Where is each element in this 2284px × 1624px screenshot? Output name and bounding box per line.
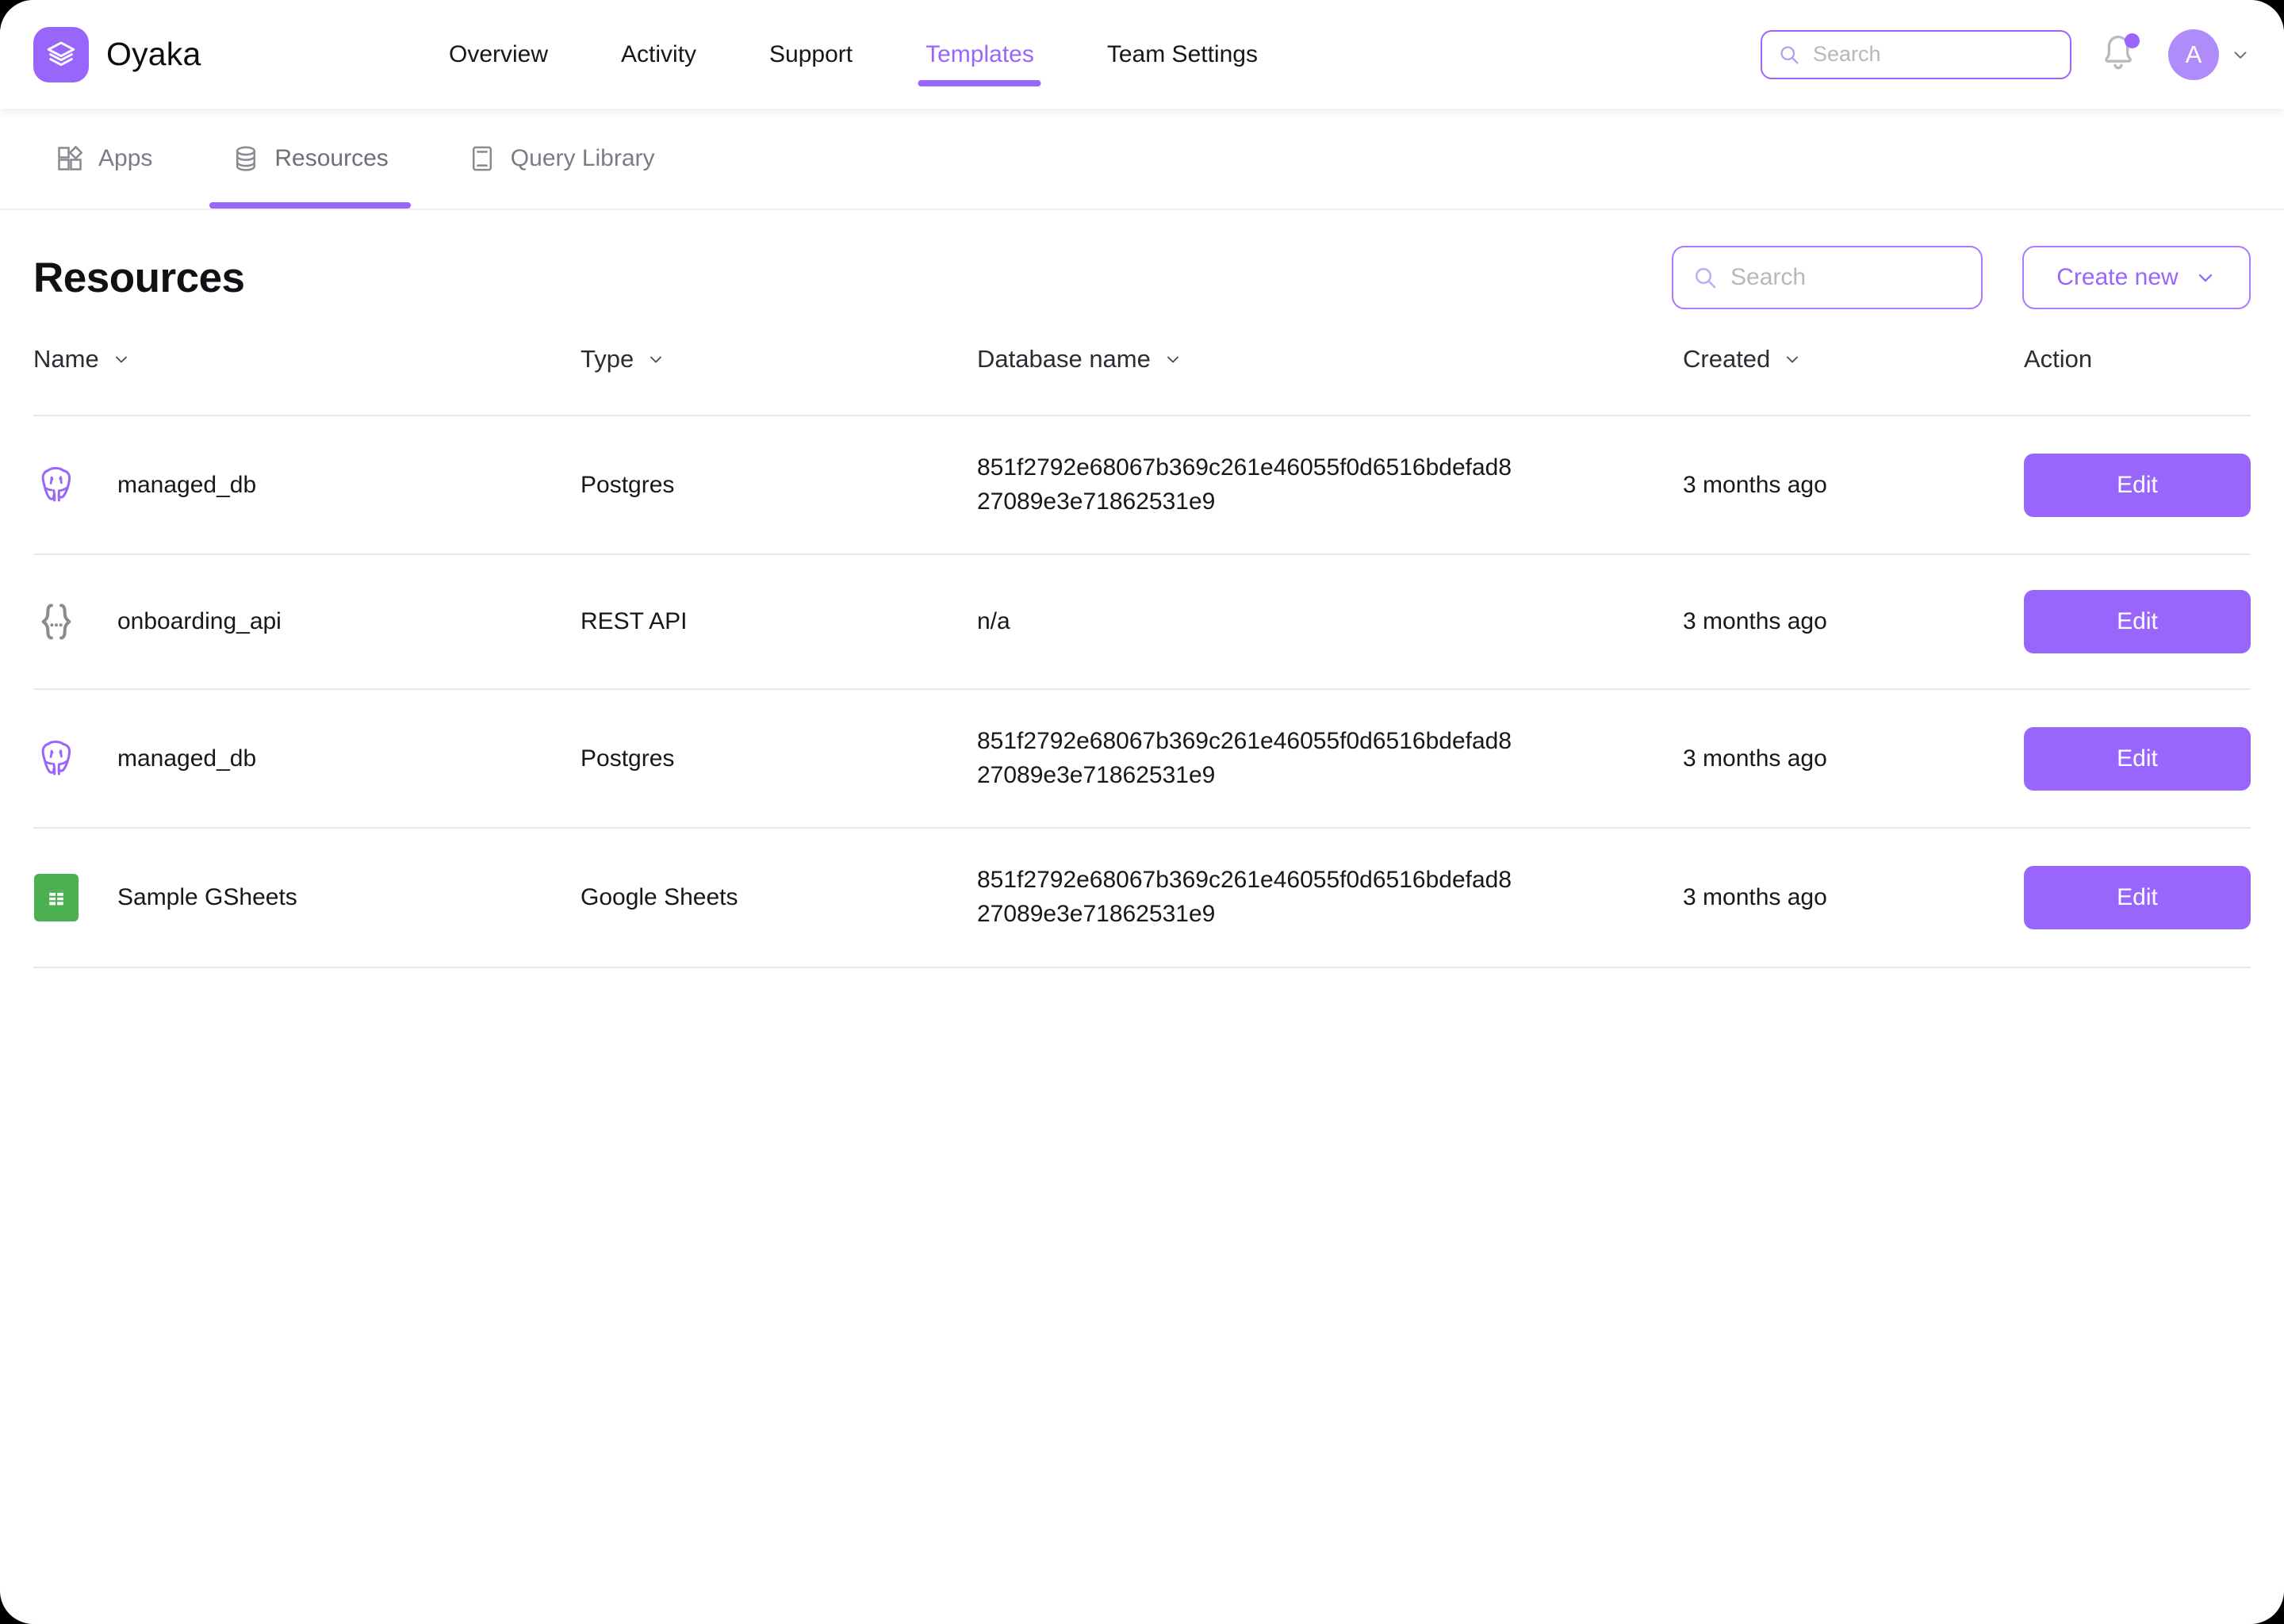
page-title: Resources (33, 254, 245, 301)
subnav-tab-apps-label: Apps (98, 145, 153, 171)
cell-created: 3 months ago (1683, 471, 1827, 498)
account-menu[interactable]: A (2168, 29, 2251, 80)
header-search-placeholder: Search (1813, 42, 1881, 66)
cell-created: 3 months ago (1683, 883, 1827, 910)
page-header: Resources Search Create new (33, 210, 2251, 345)
cell-type: Google Sheets (581, 883, 738, 910)
cell-name: managed_db (33, 416, 581, 554)
top-header: Oyaka Overview Activity Support Template… (0, 0, 2284, 109)
cell-type: Postgres (581, 745, 675, 772)
chevron-down-icon (115, 356, 127, 363)
database-icon (236, 146, 256, 171)
column-header-type[interactable]: Type (581, 345, 977, 416)
column-header-action: Action (2024, 345, 2251, 416)
table-row[interactable]: managed_db Postgres 851f2792e68067b369c2… (33, 689, 2251, 829)
logo-mark (33, 26, 89, 82)
chevron-down-icon (650, 356, 662, 363)
page-content: Resources Search Create new Name Type Da… (0, 210, 2284, 968)
edit-button[interactable]: Edit (2024, 865, 2251, 929)
table-body: managed_db Postgres 851f2792e68067b369c2… (33, 416, 2251, 967)
cell-database-name: 851f2792e68067b369c261e46055f0d6516bdefa… (977, 689, 1683, 828)
main-nav: Overview Activity Support Templates Team… (412, 0, 1761, 109)
edit-button[interactable]: Edit (2024, 726, 2251, 791)
avatar: A (2168, 29, 2219, 80)
column-header-database-name-label: Database name (977, 345, 1151, 373)
nav-item-activity[interactable]: Activity (584, 0, 733, 109)
resources-search-placeholder: Search (1730, 264, 1807, 290)
chevron-down-icon (1787, 356, 1799, 363)
cell-type: Postgres (581, 471, 675, 498)
column-header-created[interactable]: Created (1683, 345, 2024, 416)
column-header-created-label: Created (1683, 345, 1771, 373)
brand-name: Oyaka (106, 36, 201, 72)
table-row[interactable]: onboarding_api REST API n/a 3 months ago… (33, 554, 2251, 690)
cell-name: managed_db (33, 689, 581, 828)
app-window: Oyaka Overview Activity Support Template… (0, 0, 2284, 1624)
subnav-tab-query-library-label: Query Library (510, 145, 655, 171)
nav-item-templates[interactable]: Templates (889, 0, 1071, 109)
apps-grid-icon (58, 146, 82, 170)
sub-nav: Apps Resources Query Library (0, 109, 2284, 210)
google-sheets-icon (33, 873, 79, 921)
resource-name: managed_db (117, 745, 257, 772)
curly-braces-icon (33, 599, 79, 645)
column-header-name-label: Name (33, 345, 99, 373)
resources-table: Name Type Database name Created Action m… (33, 345, 2251, 968)
brand[interactable]: Oyaka (0, 26, 412, 82)
table-row[interactable]: Sample GSheets Google Sheets 851f2792e68… (33, 828, 2251, 967)
column-header-name[interactable]: Name (33, 345, 581, 416)
search-icon (1695, 267, 1716, 289)
subnav-tab-resources[interactable]: Resources (209, 109, 412, 209)
resource-name: managed_db (117, 471, 257, 498)
cell-name: Sample GSheets (33, 828, 581, 967)
notifications-button[interactable] (2098, 32, 2141, 78)
page-header-actions: Search Create new (1672, 246, 2251, 309)
search-icon (1780, 45, 1799, 64)
create-new-button[interactable]: Create new (2022, 246, 2251, 309)
nav-item-team-settings[interactable]: Team Settings (1071, 0, 1294, 109)
book-icon (472, 146, 492, 171)
postgres-elephant-icon (33, 462, 79, 508)
subnav-tab-resources-label: Resources (274, 145, 389, 171)
header-actions: Search A (1761, 29, 2284, 80)
nav-item-support[interactable]: Support (733, 0, 889, 109)
cell-type: REST API (581, 608, 688, 635)
column-header-type-label: Type (581, 345, 634, 373)
resource-name: Sample GSheets (117, 883, 297, 910)
database-name-value: 851f2792e68067b369c261e46055f0d6516bdefa… (977, 454, 1512, 515)
chevron-down-icon (2234, 51, 2247, 59)
cell-action: Edit (2024, 689, 2251, 828)
cell-database-name: n/a (977, 554, 1683, 689)
subnav-tab-query-library[interactable]: Query Library (446, 109, 677, 209)
cell-created: 3 months ago (1683, 745, 1827, 772)
resource-name: onboarding_api (117, 608, 282, 635)
cell-action: Edit (2024, 416, 2251, 554)
create-new-label: Create new (2056, 264, 2179, 290)
cell-action: Edit (2024, 554, 2251, 689)
subnav-tab-apps[interactable]: Apps (33, 109, 174, 209)
column-header-database-name[interactable]: Database name (977, 345, 1683, 416)
nav-item-overview[interactable]: Overview (412, 0, 584, 109)
cell-name: onboarding_api (33, 554, 581, 689)
cell-action: Edit (2024, 828, 2251, 967)
edit-button[interactable]: Edit (2024, 590, 2251, 654)
table-header-row: Name Type Database name Created Action (33, 345, 2251, 416)
resources-search-input[interactable]: Search (1672, 246, 1983, 309)
table-row[interactable]: managed_db Postgres 851f2792e68067b369c2… (33, 416, 2251, 555)
table-head: Name Type Database name Created Action (33, 345, 2251, 416)
column-header-action-label: Action (2024, 345, 2093, 373)
database-name-value: 851f2792e68067b369c261e46055f0d6516bdefa… (977, 867, 1512, 927)
layers-stack-icon (47, 41, 75, 66)
database-name-value: 851f2792e68067b369c261e46055f0d6516bdefa… (977, 728, 1512, 788)
cell-created: 3 months ago (1683, 608, 1827, 635)
edit-button[interactable]: Edit (2024, 453, 2251, 517)
chevron-down-icon (2198, 274, 2212, 282)
cell-database-name: 851f2792e68067b369c261e46055f0d6516bdefa… (977, 416, 1683, 554)
header-search[interactable]: Search (1761, 29, 2071, 79)
notification-dot (2125, 33, 2140, 48)
database-name-value: n/a (977, 607, 1010, 634)
cell-database-name: 851f2792e68067b369c261e46055f0d6516bdefa… (977, 828, 1683, 967)
chevron-down-icon (1167, 356, 1178, 363)
postgres-elephant-icon (33, 736, 79, 782)
